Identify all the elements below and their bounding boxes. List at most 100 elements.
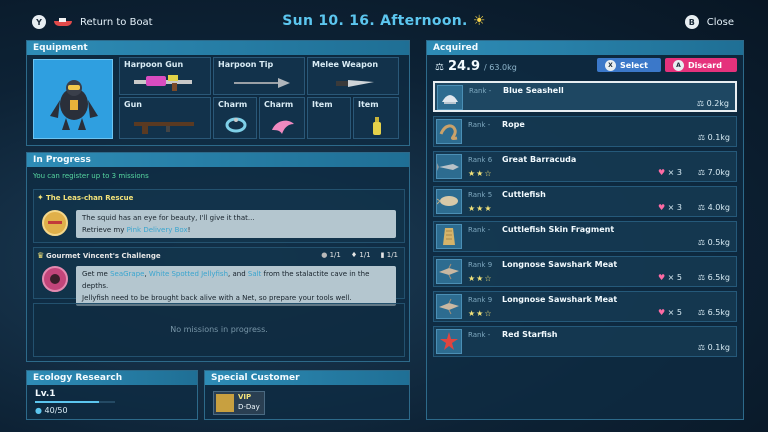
acquired-item-row[interactable]: Rank - Rope ⚖ 0.1kg (433, 116, 737, 147)
item-quantity-value: × 3 (667, 168, 682, 177)
acquired-item-row[interactable]: Rank - Red Starfish ⚖ 0.1kg (433, 326, 737, 357)
vip-date: D-Day (238, 403, 260, 411)
item-weight-value: 7.0kg (707, 168, 730, 177)
weight-icon: ⚖ (697, 133, 706, 142)
weight-icon: ⚖ (697, 273, 706, 282)
sun-icon: ☀ (472, 13, 486, 29)
mission-text-line: Get me SeaGrape, White Spotted Jellyfish… (82, 268, 390, 292)
mission-star-icon: ✦ (37, 193, 44, 202)
item-weight: ⚖ 6.5kg (698, 273, 730, 282)
register-note: You can register up to 3 missions (33, 172, 149, 180)
mission-text: The squid has an eye for beauty, I'll gi… (76, 210, 396, 238)
item-quantity: ♥ × 5 (658, 308, 682, 317)
item-weight: ⚖ 7.0kg (698, 168, 730, 177)
item-name: Red Starfish (502, 330, 558, 339)
acquired-item-row[interactable]: Rank - Blue Seashell ⚖ 0.2kg (433, 81, 737, 112)
mission-highlight: Salt (247, 270, 262, 278)
slot-harpoon-tip[interactable]: Harpoon Tip (213, 57, 305, 95)
item-weight: ⚖ 4.0kg (698, 203, 730, 212)
sawshark-meat-icon (436, 259, 462, 284)
slot-charm-2[interactable]: Charm (259, 97, 305, 139)
item-weight: ⚖ 0.1kg (698, 343, 730, 352)
mission-card[interactable]: ♛ Gourmet Vincent's Challenge ● 1/1 ♦ 1/… (33, 247, 405, 306)
slot-label: Gun (124, 100, 142, 109)
rope-icon (436, 119, 462, 144)
heart-icon: ♥ (657, 273, 666, 282)
great-barracuda-icon (436, 154, 462, 179)
mission-card[interactable]: ✦ The Leas-chan Rescue The squid has an … (33, 189, 405, 243)
item-quantity-value: × 5 (667, 273, 682, 282)
item-name: Blue Seashell (503, 86, 564, 95)
item-name: Great Barracuda (502, 155, 577, 164)
counter-value: 1/1 (386, 251, 398, 259)
heart-icon: ♥ (657, 308, 666, 317)
slot-label: Charm (218, 100, 248, 109)
b-button-glyph: B (684, 15, 699, 29)
a-button-glyph: A (673, 59, 684, 71)
item-weight-value: 6.5kg (707, 308, 730, 317)
acquired-item-row[interactable]: Rank 9 Longnose Sawshark Meat ★★☆ ♥ × 5 ⚖ 6.… (433, 291, 737, 322)
slot-gun[interactable]: Gun (119, 97, 211, 139)
bracelet-charm-icon (225, 117, 247, 133)
slot-item-1[interactable]: Item (307, 97, 351, 139)
diver-portrait[interactable] (33, 59, 113, 139)
ecology-level: Lv.1 (35, 389, 56, 399)
npc-avatar (42, 266, 68, 292)
counter-item: ▮ 1/1 (381, 251, 398, 259)
x-button-glyph: X (605, 59, 616, 71)
item-rank: Rank - (468, 121, 491, 129)
close-button[interactable]: B Close (684, 15, 734, 29)
slot-label: Harpoon Tip (218, 60, 274, 69)
special-customer-heading: Special Customer (205, 371, 409, 385)
item-weight: ⚖ 6.5kg (698, 308, 730, 317)
slot-charm-1[interactable]: Charm (213, 97, 257, 139)
item-quantity: ♥ × 5 (658, 273, 682, 282)
slot-label: Harpoon Gun (124, 60, 184, 69)
item-weight-value: 0.1kg (707, 343, 730, 352)
vip-badge[interactable]: VIP D-Day (213, 391, 265, 415)
item-rank: Rank - (468, 331, 491, 339)
weight-icon: ⚖ (435, 62, 444, 73)
acquired-item-row[interactable]: Rank - Cuttlefish Skin Fragment ⚖ 0.5kg (433, 221, 737, 252)
mission-highlight: SeaGrape (110, 270, 145, 278)
item-rank: Rank - (468, 226, 491, 234)
ecology-progress: ● 40/50 (35, 406, 68, 415)
weight-icon: ⚖ (697, 343, 706, 352)
item-quantity: ♥ × 3 (658, 203, 682, 212)
item-weight-value: 0.5kg (707, 238, 730, 247)
slot-melee-weapon[interactable]: Melee Weapon (307, 57, 399, 95)
ecology-icon: ● (35, 406, 42, 415)
select-button[interactable]: X Select (597, 58, 661, 72)
item-name: Longnose Sawshark Meat (502, 260, 618, 269)
heart-icon: ♥ (657, 203, 666, 212)
crown-icon: ♛ (37, 251, 45, 260)
slot-label: Charm (264, 100, 294, 109)
select-label: Select (620, 60, 648, 70)
acquired-item-row[interactable]: Rank 9 Longnose Sawshark Meat ★★☆ ♥ × 5 ⚖ 6.… (433, 256, 737, 287)
slot-item-2[interactable]: Item (353, 97, 399, 139)
mission-highlight: Pink Delivery Box (126, 226, 188, 234)
acquired-item-row[interactable]: Rank 6 Great Barracuda ★★☆ ♥ × 3 ⚖ 7.0kg (433, 151, 737, 182)
mission-text: Get me SeaGrape, White Spotted Jellyfish… (76, 266, 396, 306)
bottle-item-icon (373, 117, 381, 135)
special-customer-panel[interactable]: Special Customer VIP D-Day (204, 370, 410, 420)
mission-text-line: The squid has an eye for beauty, I'll gi… (82, 214, 255, 222)
close-label: Close (706, 16, 734, 28)
max-weight: / 63.0kg (484, 63, 517, 72)
acquired-item-row[interactable]: Rank 5 Cuttlefish ★★★ ♥ × 3 ⚖ 4.0kg (433, 186, 737, 217)
item-rank: Rank - (469, 87, 492, 95)
red-starfish-icon (436, 329, 462, 354)
discard-button[interactable]: A Discard (665, 58, 737, 72)
cuttlefish-skin-fragment-icon (436, 224, 462, 249)
item-rank: Rank 9 (468, 261, 493, 269)
item-quantity-value: × 3 (667, 203, 682, 212)
slot-harpoon-gun[interactable]: Harpoon Gun (119, 57, 211, 95)
item-weight-value: 4.0kg (707, 203, 730, 212)
ecology-research-panel[interactable]: Ecology Research Lv.1 ● 40/50 (26, 370, 198, 420)
item-name: Cuttlefish Skin Fragment (502, 225, 615, 234)
item-quality-stars: ★★☆ (468, 309, 493, 318)
slot-label: Item (358, 100, 379, 109)
item-weight-value: 0.2kg (706, 99, 729, 108)
counter-item: ● 1/1 (321, 251, 341, 259)
mission-title: The Leas-chan Rescue (46, 194, 134, 202)
